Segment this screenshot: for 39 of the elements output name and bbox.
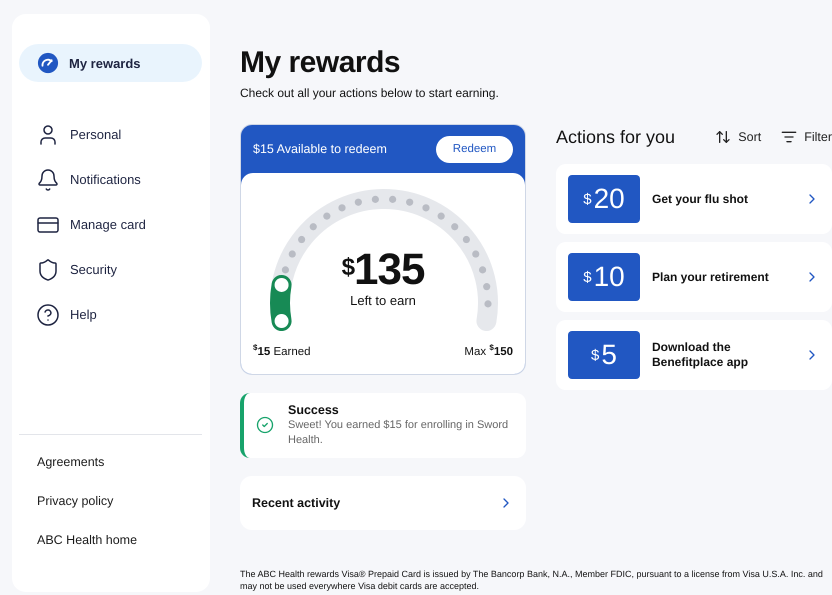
alert-title: Success — [288, 402, 340, 417]
recent-activity-link[interactable]: Recent activity — [240, 476, 526, 530]
reward-amount: $^{$}$10 — [568, 253, 640, 301]
action-label: Download the Benefitplace app — [652, 340, 750, 370]
nav-item[interactable]: Security — [19, 247, 202, 292]
redeem-button[interactable]: Redeem — [436, 136, 513, 162]
page-title: My rewards — [240, 46, 402, 80]
footer-link[interactable]: Agreements — [19, 455, 202, 494]
action-card[interactable]: $^{$}$5 Download the Benefitplace app — [556, 320, 832, 390]
footer-link[interactable]: ABC Health home — [19, 533, 202, 572]
nav-item[interactable]: My rewards — [19, 44, 202, 82]
action-card[interactable]: $^{$}$10 Plan your retirement — [556, 242, 832, 312]
alert-message: Sweet! You earned $15 for enrolling in Sword Health. — [288, 418, 510, 448]
nav-item[interactable]: Manage card — [19, 202, 202, 247]
bell-icon — [36, 168, 60, 192]
action-card[interactable]: $^{$}$20 Get your flu shot — [556, 164, 832, 234]
remaining-amount: $^{$}$135 — [342, 247, 424, 293]
action-label: Plan your retirement — [652, 270, 770, 284]
help-icon — [36, 302, 60, 326]
section-title: Actions for you — [556, 126, 676, 148]
disclaimer-text: The ABC Health rewards Visa® Prepaid Card is issued by The Bancorp Bank, N.A., Member FDIC, pursuant to a license from Visa U.S.A. Inc. and may not be used everywhere Visa debit cards are accepted. — [240, 568, 824, 592]
earned-text: $^{$}$15 Earned — [253, 343, 311, 358]
nav-item[interactable]: Help — [19, 292, 202, 337]
sort-icon — [715, 129, 732, 145]
filter-icon — [781, 129, 798, 145]
filter-button[interactable]: Filter — [781, 129, 832, 145]
max-text: Max $^{$}$150 — [464, 343, 513, 358]
action-label: Get your flu shot — [652, 192, 749, 206]
nav-item[interactable]: Personal — [19, 112, 202, 157]
check-icon — [256, 416, 274, 434]
remaining-label: Left to earn — [350, 293, 416, 308]
page-subtitle: Check out all your actions below to start earning. — [240, 86, 500, 100]
gauge-icon — [37, 52, 59, 74]
reward-amount: $^{$}$20 — [568, 175, 640, 223]
sort-button[interactable]: Sort — [715, 129, 762, 145]
footer-link[interactable]: Privacy policy — [19, 494, 202, 533]
nav-item[interactable]: Notifications — [19, 157, 202, 202]
reward-amount: $^{$}$5 — [568, 331, 640, 379]
available-text: $15 Available to redeem — [253, 142, 387, 156]
